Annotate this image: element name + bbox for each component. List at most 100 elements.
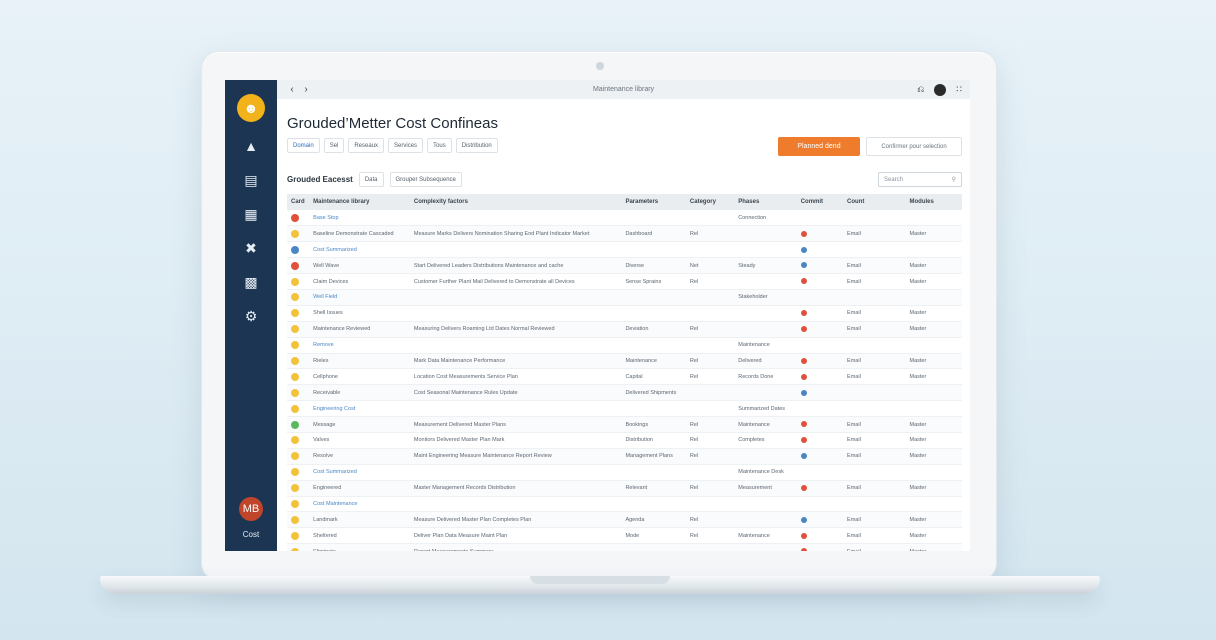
cell-desc: Maint Engineering Measure Maintenance Re… xyxy=(409,448,622,465)
cell-commit xyxy=(796,210,844,227)
cell-module: Master xyxy=(905,416,962,433)
search-input[interactable]: Search ⚲ xyxy=(878,172,962,187)
filter-tous[interactable]: Tous xyxy=(427,138,452,153)
cell-commit xyxy=(796,289,844,306)
commit-status-icon xyxy=(800,548,807,551)
cell-module xyxy=(905,337,962,354)
filter-distribution[interactable]: Distribution xyxy=(455,138,498,153)
table-row[interactable]: Shell Issues Email Master xyxy=(287,305,962,322)
cell-count: Email xyxy=(843,448,906,465)
apps-grid-icon[interactable]: ∷ xyxy=(956,84,962,95)
cell-count: Email xyxy=(843,273,906,290)
cell-name: Claim Devices xyxy=(309,273,410,290)
cell-name: Well Field xyxy=(309,289,410,306)
row-status-icon xyxy=(291,452,299,461)
cell-param: Management Plans xyxy=(621,448,686,465)
table-row[interactable]: Valves Monitors Delivered Master Plan Mar… xyxy=(287,432,962,449)
cell-cat xyxy=(685,210,735,227)
commit-status-icon xyxy=(800,310,807,317)
col-header[interactable]: Maintenance library xyxy=(309,194,410,210)
secondary-action-button[interactable]: Confirmer pour selection xyxy=(866,137,962,156)
table-row[interactable]: Message Measurement Delivered Master Plan… xyxy=(287,416,962,433)
forward-icon[interactable]: › xyxy=(299,84,313,95)
filter-sel[interactable]: Sel xyxy=(323,138,345,153)
back-icon[interactable]: ‹ xyxy=(285,84,299,95)
cell-phase: Records Done xyxy=(734,368,797,386)
user-avatar[interactable]: MB xyxy=(239,497,263,521)
table-row[interactable]: Engineered Master Management Records Dist… xyxy=(287,480,962,497)
row-marker-cell xyxy=(287,527,310,545)
col-header[interactable]: Complexity factors xyxy=(409,194,622,210)
cell-cat xyxy=(685,241,735,259)
grid-icon[interactable]: ▦ xyxy=(241,204,261,224)
table-row[interactable]: Cost Summarized xyxy=(287,241,962,259)
table-row[interactable]: Cost Maintenance xyxy=(287,496,962,513)
cell-commit xyxy=(796,225,844,243)
col-header[interactable]: Commit xyxy=(796,194,844,210)
table-row[interactable]: Cost Summarized Maintenance Desk xyxy=(287,464,962,481)
table-row[interactable]: Maintenance Reviewed Measuring Delivers R… xyxy=(287,321,962,338)
row-status-icon xyxy=(291,388,299,397)
col-header[interactable]: Category xyxy=(685,194,735,210)
table-row[interactable]: Base Stop Connection xyxy=(287,210,962,227)
table-row[interactable]: Sheltered Deliver Plan Data Measure Maint… xyxy=(287,527,962,545)
table-row[interactable]: Claim Devices Customer Further Plant Mail… xyxy=(287,273,962,290)
laptop-notch xyxy=(530,576,670,584)
table-row[interactable]: Well Wave Start Delivered Leaders Distrib… xyxy=(287,257,962,275)
cell-cat xyxy=(685,464,735,481)
data-table: Card Maintenance library Complexity fact… xyxy=(287,194,962,551)
cell-desc: Measure Delivered Master Plan Completes … xyxy=(409,511,622,529)
col-header[interactable]: Parameters xyxy=(621,194,686,210)
table-row[interactable]: Baseline Demonstrate Cascaded Measure Mar… xyxy=(287,225,962,243)
cell-name: Message xyxy=(309,416,410,433)
cell-param xyxy=(621,210,686,227)
cell-phase: Maintenance xyxy=(734,527,797,545)
section-tab-grouper[interactable]: Grouper Subsequence xyxy=(389,172,462,187)
cell-commit xyxy=(796,432,844,449)
tools-icon[interactable]: ✖ xyxy=(241,238,261,258)
col-header[interactable]: Phases xyxy=(734,194,797,210)
filter-domain[interactable]: Domain xyxy=(287,138,320,153)
cell-desc: Location Cost Measurements Service Plan xyxy=(409,368,622,386)
table-row[interactable]: Rieles Mark Data Maintenance Performance M… xyxy=(287,353,962,370)
cell-param xyxy=(621,289,686,306)
settings-icon[interactable]: ⚙ xyxy=(241,306,261,326)
col-header[interactable]: Count xyxy=(843,194,906,210)
filter-services[interactable]: Services xyxy=(388,138,424,153)
table-row[interactable]: Landmark Measure Delivered Master Plan Co… xyxy=(287,511,962,529)
cell-commit xyxy=(796,416,844,433)
cell-param: Diverse xyxy=(621,257,686,275)
cell-cat: Rel xyxy=(685,527,735,545)
row-status-icon xyxy=(291,515,299,524)
inbox-icon[interactable]: ▩ xyxy=(241,272,261,292)
cell-module: Master xyxy=(905,225,962,243)
document-icon[interactable]: ▤ xyxy=(241,170,261,190)
profile-avatar[interactable] xyxy=(934,83,947,96)
cell-name: Eliminate xyxy=(309,543,410,551)
col-header[interactable]: Card xyxy=(287,194,310,210)
table-row[interactable]: EliminateReport Measurements Summary Emai… xyxy=(287,543,962,551)
cell-count: Email xyxy=(843,432,906,449)
cell-module xyxy=(905,210,962,227)
cell-name: Sheltered xyxy=(309,527,410,545)
section-tab-data[interactable]: Data xyxy=(358,172,384,187)
col-header[interactable]: Modules xyxy=(905,194,962,210)
cell-name: Resolve xyxy=(309,448,410,465)
cell-param xyxy=(621,464,686,481)
table-row[interactable]: Resolve Maint Engineering Measure Mainten… xyxy=(287,448,962,465)
primary-action-button[interactable]: Planned dend xyxy=(778,137,860,156)
cell-param: Bookings xyxy=(621,416,686,433)
table-row[interactable]: Receivable Cost Seasonal Maintenance Rule… xyxy=(287,384,962,402)
table-row[interactable]: Cellphone Location Cost Measurements Serv… xyxy=(287,368,962,386)
table-row[interactable]: Well Field Stakeholder xyxy=(287,289,962,306)
cell-param: Dashboard xyxy=(621,225,686,243)
warning-icon[interactable]: ▲ xyxy=(241,136,261,156)
cell-param: Distribution xyxy=(621,432,686,449)
row-marker-cell xyxy=(287,368,310,386)
notification-icon[interactable]: ⎌ xyxy=(917,84,924,95)
table-row[interactable]: Remove Maintenance xyxy=(287,337,962,354)
cell-desc: Deliver Plan Data Measure Maint Plan xyxy=(409,527,622,545)
filter-reseaux[interactable]: Reseaux xyxy=(348,138,385,153)
table-row[interactable]: Engineering Cost Summarized Dates xyxy=(287,400,962,418)
cell-cat xyxy=(685,337,735,354)
